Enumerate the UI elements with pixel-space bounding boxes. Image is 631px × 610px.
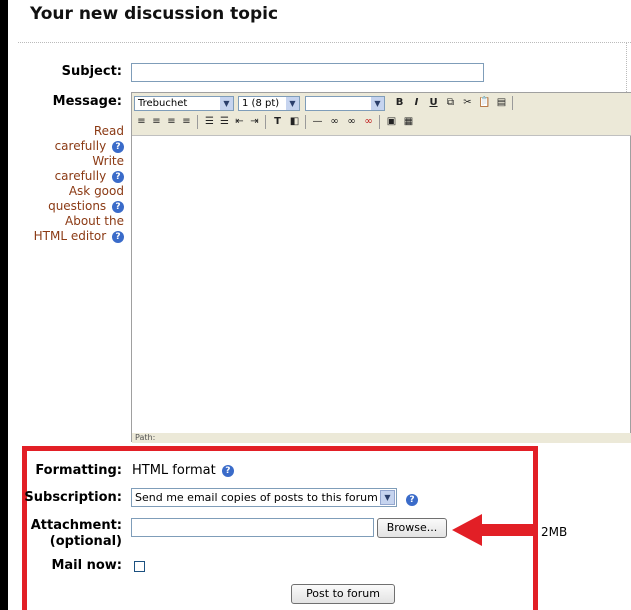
unlink-icon[interactable]: ∞: [344, 115, 359, 129]
browse-button[interactable]: Browse...: [377, 518, 447, 538]
post-to-forum-button[interactable]: Post to forum: [291, 584, 395, 604]
subscription-select[interactable]: Send me email copies of posts to this fo…: [131, 488, 397, 507]
message-editor[interactable]: [131, 92, 631, 442]
toolbar-separator: [305, 115, 306, 129]
indent-icon[interactable]: ⇥: [247, 115, 262, 129]
toolbar-separator: [197, 115, 198, 129]
font-family-select[interactable]: Trebuchet ▼: [134, 96, 234, 111]
anchor-icon[interactable]: ∞: [361, 115, 376, 129]
chevron-down-icon: ▼: [371, 97, 384, 110]
subscription-label: Subscription:: [24, 490, 122, 505]
help-icon[interactable]: ?: [112, 200, 124, 213]
help-link-read-carefully[interactable]: Read carefully ?: [20, 124, 124, 154]
text-color-icon[interactable]: T: [270, 115, 285, 129]
spellcheck-icon[interactable]: ▤: [494, 96, 509, 110]
attachment-label: Attachment:: [30, 518, 122, 533]
italic-icon[interactable]: I: [409, 96, 424, 110]
insert-image-icon[interactable]: ▣: [384, 115, 399, 129]
outdent-icon[interactable]: ⇤: [232, 115, 247, 129]
underline-icon[interactable]: U: [426, 96, 441, 110]
numbered-list-icon[interactable]: ☰: [202, 115, 217, 129]
justify-icon[interactable]: ≡: [179, 115, 194, 129]
insert-table-icon[interactable]: ▦: [401, 115, 416, 129]
help-icon[interactable]: ?: [112, 140, 124, 153]
help-icon[interactable]: ?: [406, 494, 418, 506]
formatting-value: HTML format: [132, 463, 216, 478]
chevron-down-icon: ▼: [380, 490, 395, 505]
chevron-down-icon: ▼: [286, 97, 299, 110]
attachment-input[interactable]: [131, 518, 374, 537]
align-center-icon[interactable]: ≡: [149, 115, 164, 129]
bullet-list-icon[interactable]: ☰: [217, 115, 232, 129]
copy-icon[interactable]: ⧉: [443, 96, 458, 110]
formatting-label: Formatting:: [35, 463, 122, 478]
horizontal-rule-icon[interactable]: —: [310, 115, 325, 129]
font-family-value: Trebuchet: [138, 98, 188, 109]
bold-icon[interactable]: B: [392, 96, 407, 110]
help-link-write-carefully[interactable]: Write carefully ?: [20, 154, 124, 184]
subject-label: Subject:: [61, 64, 122, 79]
heading-select[interactable]: ▼: [305, 96, 385, 111]
background-color-icon[interactable]: ◧: [287, 115, 302, 129]
help-links: Read carefully ? Write carefully ? Ask goo…: [20, 124, 124, 244]
mail-now-checkbox[interactable]: [134, 561, 145, 572]
left-border: [0, 0, 8, 610]
font-size-select[interactable]: 1 (8 pt) ▼: [238, 96, 300, 111]
message-label: Message:: [52, 94, 122, 109]
align-left-icon[interactable]: ≡: [134, 115, 149, 129]
editor-path-bar: Path:: [132, 433, 631, 443]
editor-toolbar: Trebuchet ▼ 1 (8 pt) ▼ ▼ B I U ⧉ ✂ 📋 ▤ ≡…: [132, 93, 631, 136]
link-icon[interactable]: ∞: [327, 115, 342, 129]
toolbar-separator: [379, 115, 380, 129]
font-size-value: 1 (8 pt): [242, 98, 280, 109]
help-icon[interactable]: ?: [221, 464, 234, 477]
formatting-value-wrap: HTML format ?: [132, 463, 234, 478]
chevron-down-icon: ▼: [220, 97, 233, 110]
paste-icon[interactable]: 📋: [477, 96, 492, 110]
toolbar-separator: [265, 115, 266, 129]
arrow-icon: [452, 514, 535, 546]
subscription-value: Send me email copies of posts to this fo…: [135, 491, 378, 504]
align-right-icon[interactable]: ≡: [164, 115, 179, 129]
mail-now-label: Mail now:: [51, 558, 122, 573]
max-size-label: 2MB: [541, 525, 568, 539]
help-link-ask-good-questions[interactable]: Ask good questions ?: [20, 184, 124, 214]
divider: [18, 42, 631, 43]
toolbar-separator: [512, 96, 513, 110]
attachment-sublabel: (optional): [49, 534, 122, 549]
cut-icon[interactable]: ✂: [460, 96, 475, 110]
help-icon[interactable]: ?: [112, 170, 124, 183]
subject-input[interactable]: [131, 63, 484, 82]
page-title: Your new discussion topic: [30, 4, 279, 24]
help-link-html-editor[interactable]: About the HTML editor ?: [20, 214, 124, 244]
help-icon[interactable]: ?: [112, 230, 124, 243]
